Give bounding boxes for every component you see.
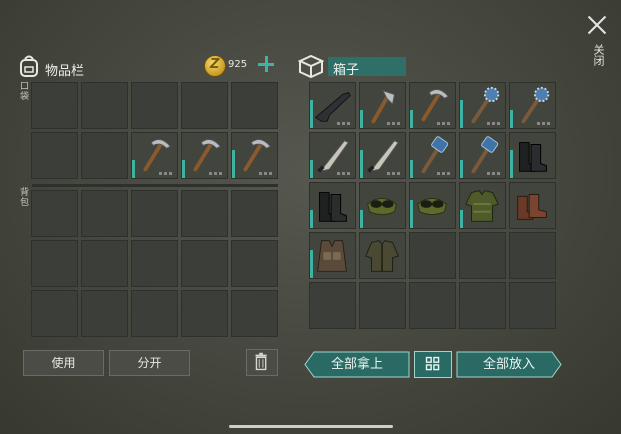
- backpack-label: 背包: [20, 188, 30, 208]
- backpack-slot[interactable]: [131, 290, 178, 337]
- quality-dots: [437, 122, 451, 125]
- chest-slot[interactable]: [409, 132, 456, 179]
- backpack-slot[interactable]: [81, 240, 128, 287]
- pocket-slot[interactable]: [231, 82, 278, 129]
- chest-slot[interactable]: [309, 282, 356, 329]
- close-icon[interactable]: [586, 14, 608, 36]
- quality-dots: [387, 122, 401, 125]
- pocket-slot[interactable]: [181, 82, 228, 129]
- quality-dots: [209, 172, 223, 175]
- backpack-grid: [31, 190, 278, 337]
- boots-icon: [319, 192, 347, 222]
- chest-slot[interactable]: [409, 232, 456, 279]
- chest-slot[interactable]: [359, 182, 406, 229]
- backpack-slot[interactable]: [31, 290, 78, 337]
- pocket-slot[interactable]: [31, 132, 78, 179]
- backpack-slot[interactable]: [131, 190, 178, 237]
- quality-dots: [337, 172, 351, 175]
- backpack-slot[interactable]: [231, 240, 278, 287]
- quality-dots: [259, 172, 273, 175]
- chest-slot[interactable]: [309, 182, 356, 229]
- pocket-grid: [31, 82, 278, 179]
- grid-sort-icon: [425, 356, 440, 371]
- chest-slot[interactable]: [509, 132, 556, 179]
- pocket-label: 口袋: [20, 82, 30, 102]
- pocket-slot[interactable]: [231, 132, 278, 179]
- pocket-slot[interactable]: [131, 82, 178, 129]
- chest-slot[interactable]: [459, 132, 506, 179]
- take-all-button[interactable]: 全部拿上: [304, 351, 410, 378]
- chest-icon: [298, 54, 324, 79]
- use-button[interactable]: 使用: [23, 350, 104, 376]
- goggles-icon: [417, 197, 447, 216]
- pocket-slot[interactable]: [181, 132, 228, 179]
- chest-slot[interactable]: [359, 232, 406, 279]
- pocket-slot[interactable]: [131, 132, 178, 179]
- jacket-green-icon: [365, 240, 399, 272]
- chest-slot[interactable]: [309, 132, 356, 179]
- trash-icon: [255, 352, 267, 371]
- backpack-icon: [20, 55, 38, 77]
- backpack-slot[interactable]: [181, 190, 228, 237]
- backpack-slot[interactable]: [231, 290, 278, 337]
- quality-dots: [537, 122, 551, 125]
- chest-title: 箱子: [333, 63, 360, 78]
- quality-dots: [487, 172, 501, 175]
- chest-slot[interactable]: [309, 232, 356, 279]
- pocket-slot[interactable]: [31, 82, 78, 129]
- quality-dots: [337, 122, 351, 125]
- pocket-slot[interactable]: [81, 82, 128, 129]
- add-coins-button[interactable]: [258, 56, 274, 72]
- close-label[interactable]: 关闭: [591, 44, 605, 66]
- inventory-title: 物品栏: [45, 64, 85, 79]
- jacket-icon: [465, 190, 499, 222]
- chest-slot[interactable]: [359, 282, 406, 329]
- backpack-slot[interactable]: [181, 240, 228, 287]
- chest-slot[interactable]: [509, 182, 556, 229]
- quality-dots: [487, 122, 501, 125]
- backpack-slot[interactable]: [31, 190, 78, 237]
- sort-button[interactable]: [414, 351, 452, 378]
- quality-dots: [159, 172, 173, 175]
- chest-grid: [309, 82, 556, 338]
- chest-slot[interactable]: [459, 182, 506, 229]
- boots-brown-icon: [517, 194, 547, 220]
- chest-slot[interactable]: [509, 82, 556, 129]
- backpack-slot[interactable]: [81, 290, 128, 337]
- chest-slot[interactable]: [359, 82, 406, 129]
- trash-button[interactable]: [246, 349, 278, 376]
- chest-slot[interactable]: [409, 182, 456, 229]
- backpack-slot[interactable]: [231, 190, 278, 237]
- chest-slot[interactable]: [459, 82, 506, 129]
- chest-slot[interactable]: [409, 82, 456, 129]
- chest-slot[interactable]: [509, 282, 556, 329]
- pocket-slot[interactable]: [81, 132, 128, 179]
- backpack-slot[interactable]: [81, 190, 128, 237]
- put-all-button[interactable]: 全部放入: [456, 351, 562, 378]
- coin-count: 925: [228, 59, 248, 70]
- chest-slot[interactable]: [459, 232, 506, 279]
- chest-slot[interactable]: [359, 132, 406, 179]
- chest-slot[interactable]: [459, 282, 506, 329]
- quality-dots: [387, 172, 401, 175]
- home-indicator: [229, 425, 393, 428]
- coin-icon: Z: [204, 55, 226, 77]
- quality-dots: [437, 172, 451, 175]
- backpack-slot[interactable]: [31, 240, 78, 287]
- chest-slot[interactable]: [509, 232, 556, 279]
- backpack-slot[interactable]: [181, 290, 228, 337]
- vest-icon: [317, 240, 347, 272]
- boots-icon: [519, 142, 547, 172]
- section-divider: [32, 184, 278, 187]
- split-button[interactable]: 分开: [109, 350, 190, 376]
- backpack-slot[interactable]: [131, 240, 178, 287]
- goggles-icon: [367, 197, 397, 216]
- chest-slot[interactable]: [409, 282, 456, 329]
- chest-slot[interactable]: [309, 82, 356, 129]
